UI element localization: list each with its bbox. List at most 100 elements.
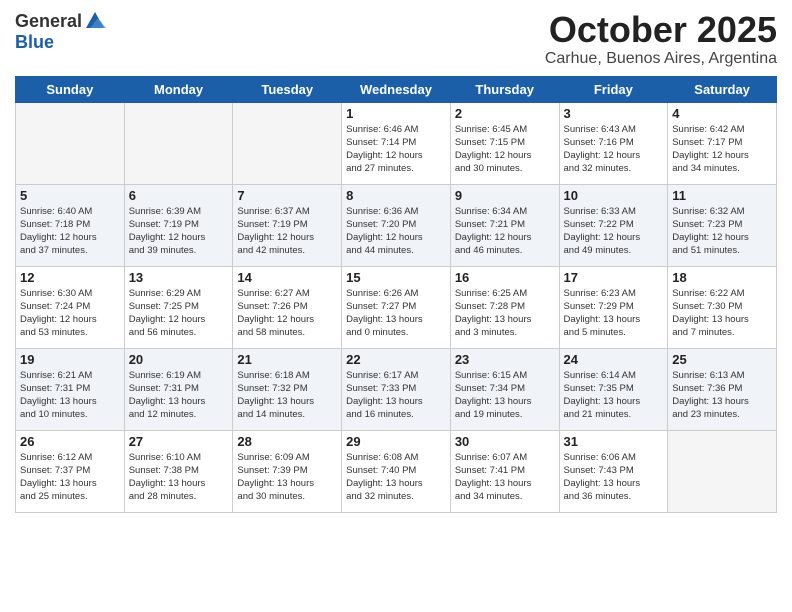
day-info: Sunrise: 6:10 AM Sunset: 7:38 PM Dayligh… xyxy=(129,451,229,504)
table-cell: 5 Sunrise: 6:40 AM Sunset: 7:18 PM Daylig… xyxy=(16,184,125,266)
day-number: 4 xyxy=(672,106,772,121)
logo-general: General xyxy=(15,11,82,32)
day-number: 7 xyxy=(237,188,337,203)
day-info: Sunrise: 6:34 AM Sunset: 7:21 PM Dayligh… xyxy=(455,205,555,258)
col-thursday: Thursday xyxy=(450,76,559,102)
day-number: 26 xyxy=(20,434,120,449)
day-info: Sunrise: 6:08 AM Sunset: 7:40 PM Dayligh… xyxy=(346,451,446,504)
calendar-week-row: 5 Sunrise: 6:40 AM Sunset: 7:18 PM Daylig… xyxy=(16,184,777,266)
table-cell: 7Sunrise: 6:37 AM Sunset: 7:19 PM Daylig… xyxy=(233,184,342,266)
day-number: 5 xyxy=(20,188,120,203)
day-info: Sunrise: 6:25 AM Sunset: 7:28 PM Dayligh… xyxy=(455,287,555,340)
month-title: October 2025 xyxy=(545,10,777,50)
table-cell: 31Sunrise: 6:06 AM Sunset: 7:43 PM Dayli… xyxy=(559,430,668,512)
day-number: 29 xyxy=(346,434,446,449)
day-number: 2 xyxy=(455,106,555,121)
table-cell: 30 Sunrise: 6:07 AM Sunset: 7:41 PM Dayli… xyxy=(450,430,559,512)
table-cell xyxy=(16,102,125,184)
day-info: Sunrise: 6:40 AM Sunset: 7:18 PM Dayligh… xyxy=(20,205,120,258)
day-info: Sunrise: 6:27 AM Sunset: 7:26 PM Dayligh… xyxy=(237,287,337,340)
table-cell: 28 Sunrise: 6:09 AM Sunset: 7:39 PM Dayli… xyxy=(233,430,342,512)
day-info: Sunrise: 6:09 AM Sunset: 7:39 PM Dayligh… xyxy=(237,451,337,504)
day-number: 8 xyxy=(346,188,446,203)
logo: General Blue xyxy=(15,10,106,53)
logo-blue: Blue xyxy=(15,32,54,52)
day-number: 14 xyxy=(237,270,337,285)
day-info: Sunrise: 6:07 AM Sunset: 7:41 PM Dayligh… xyxy=(455,451,555,504)
day-info: Sunrise: 6:12 AM Sunset: 7:37 PM Dayligh… xyxy=(20,451,120,504)
table-cell: 24Sunrise: 6:14 AM Sunset: 7:35 PM Dayli… xyxy=(559,348,668,430)
table-cell: 22Sunrise: 6:17 AM Sunset: 7:33 PM Dayli… xyxy=(342,348,451,430)
table-cell: 12 Sunrise: 6:30 AM Sunset: 7:24 PM Dayli… xyxy=(16,266,125,348)
table-cell: 4 Sunrise: 6:42 AM Sunset: 7:17 PM Daylig… xyxy=(668,102,777,184)
day-info: Sunrise: 6:36 AM Sunset: 7:20 PM Dayligh… xyxy=(346,205,446,258)
day-info: Sunrise: 6:39 AM Sunset: 7:19 PM Dayligh… xyxy=(129,205,229,258)
col-monday: Monday xyxy=(124,76,233,102)
day-number: 20 xyxy=(129,352,229,367)
day-info: Sunrise: 6:17 AM Sunset: 7:33 PM Dayligh… xyxy=(346,369,446,422)
calendar-week-row: 19Sunrise: 6:21 AM Sunset: 7:31 PM Dayli… xyxy=(16,348,777,430)
calendar-week-row: 1 Sunrise: 6:46 AM Sunset: 7:14 PM Daylig… xyxy=(16,102,777,184)
day-number: 10 xyxy=(564,188,664,203)
header: General Blue October 2025 Carhue, Buenos… xyxy=(15,10,777,68)
day-number: 30 xyxy=(455,434,555,449)
day-number: 9 xyxy=(455,188,555,203)
table-cell: 16 Sunrise: 6:25 AM Sunset: 7:28 PM Dayli… xyxy=(450,266,559,348)
day-number: 12 xyxy=(20,270,120,285)
calendar-week-row: 12 Sunrise: 6:30 AM Sunset: 7:24 PM Dayli… xyxy=(16,266,777,348)
table-cell: 27 Sunrise: 6:10 AM Sunset: 7:38 PM Dayli… xyxy=(124,430,233,512)
day-info: Sunrise: 6:19 AM Sunset: 7:31 PM Dayligh… xyxy=(129,369,229,422)
table-cell: 18 Sunrise: 6:22 AM Sunset: 7:30 PM Dayli… xyxy=(668,266,777,348)
day-number: 18 xyxy=(672,270,772,285)
day-info: Sunrise: 6:45 AM Sunset: 7:15 PM Dayligh… xyxy=(455,123,555,176)
table-cell: 15Sunrise: 6:26 AM Sunset: 7:27 PM Dayli… xyxy=(342,266,451,348)
day-number: 25 xyxy=(672,352,772,367)
day-number: 19 xyxy=(20,352,120,367)
logo-text-block: General Blue xyxy=(15,10,106,53)
day-number: 11 xyxy=(672,188,772,203)
calendar-header-row: Sunday Monday Tuesday Wednesday Thursday… xyxy=(16,76,777,102)
day-info: Sunrise: 6:33 AM Sunset: 7:22 PM Dayligh… xyxy=(564,205,664,258)
table-cell: 3Sunrise: 6:43 AM Sunset: 7:16 PM Daylig… xyxy=(559,102,668,184)
day-info: Sunrise: 6:26 AM Sunset: 7:27 PM Dayligh… xyxy=(346,287,446,340)
col-saturday: Saturday xyxy=(668,76,777,102)
table-cell: 14 Sunrise: 6:27 AM Sunset: 7:26 PM Dayli… xyxy=(233,266,342,348)
col-tuesday: Tuesday xyxy=(233,76,342,102)
page: General Blue October 2025 Carhue, Buenos… xyxy=(0,0,792,612)
day-number: 24 xyxy=(564,352,664,367)
day-info: Sunrise: 6:30 AM Sunset: 7:24 PM Dayligh… xyxy=(20,287,120,340)
table-cell xyxy=(233,102,342,184)
table-cell: 26 Sunrise: 6:12 AM Sunset: 7:37 PM Dayli… xyxy=(16,430,125,512)
table-cell xyxy=(668,430,777,512)
day-info: Sunrise: 6:22 AM Sunset: 7:30 PM Dayligh… xyxy=(672,287,772,340)
logo-icon xyxy=(84,10,106,32)
day-number: 1 xyxy=(346,106,446,121)
day-info: Sunrise: 6:06 AM Sunset: 7:43 PM Dayligh… xyxy=(564,451,664,504)
day-info: Sunrise: 6:42 AM Sunset: 7:17 PM Dayligh… xyxy=(672,123,772,176)
table-cell: 17Sunrise: 6:23 AM Sunset: 7:29 PM Dayli… xyxy=(559,266,668,348)
title-block: October 2025 Carhue, Buenos Aires, Argen… xyxy=(545,10,777,68)
table-cell: 23Sunrise: 6:15 AM Sunset: 7:34 PM Dayli… xyxy=(450,348,559,430)
day-info: Sunrise: 6:43 AM Sunset: 7:16 PM Dayligh… xyxy=(564,123,664,176)
calendar-table: Sunday Monday Tuesday Wednesday Thursday… xyxy=(15,76,777,513)
table-cell: 10 Sunrise: 6:33 AM Sunset: 7:22 PM Dayli… xyxy=(559,184,668,266)
table-cell: 6 Sunrise: 6:39 AM Sunset: 7:19 PM Daylig… xyxy=(124,184,233,266)
col-wednesday: Wednesday xyxy=(342,76,451,102)
day-number: 28 xyxy=(237,434,337,449)
day-number: 6 xyxy=(129,188,229,203)
day-number: 21 xyxy=(237,352,337,367)
day-info: Sunrise: 6:18 AM Sunset: 7:32 PM Dayligh… xyxy=(237,369,337,422)
table-cell: 19Sunrise: 6:21 AM Sunset: 7:31 PM Dayli… xyxy=(16,348,125,430)
col-friday: Friday xyxy=(559,76,668,102)
table-cell: 1 Sunrise: 6:46 AM Sunset: 7:14 PM Daylig… xyxy=(342,102,451,184)
day-info: Sunrise: 6:29 AM Sunset: 7:25 PM Dayligh… xyxy=(129,287,229,340)
day-number: 13 xyxy=(129,270,229,285)
day-info: Sunrise: 6:46 AM Sunset: 7:14 PM Dayligh… xyxy=(346,123,446,176)
table-cell: 11Sunrise: 6:32 AM Sunset: 7:23 PM Dayli… xyxy=(668,184,777,266)
table-cell: 8 Sunrise: 6:36 AM Sunset: 7:20 PM Daylig… xyxy=(342,184,451,266)
day-number: 16 xyxy=(455,270,555,285)
location: Carhue, Buenos Aires, Argentina xyxy=(545,50,777,68)
table-cell xyxy=(124,102,233,184)
table-cell: 25Sunrise: 6:13 AM Sunset: 7:36 PM Dayli… xyxy=(668,348,777,430)
day-number: 27 xyxy=(129,434,229,449)
